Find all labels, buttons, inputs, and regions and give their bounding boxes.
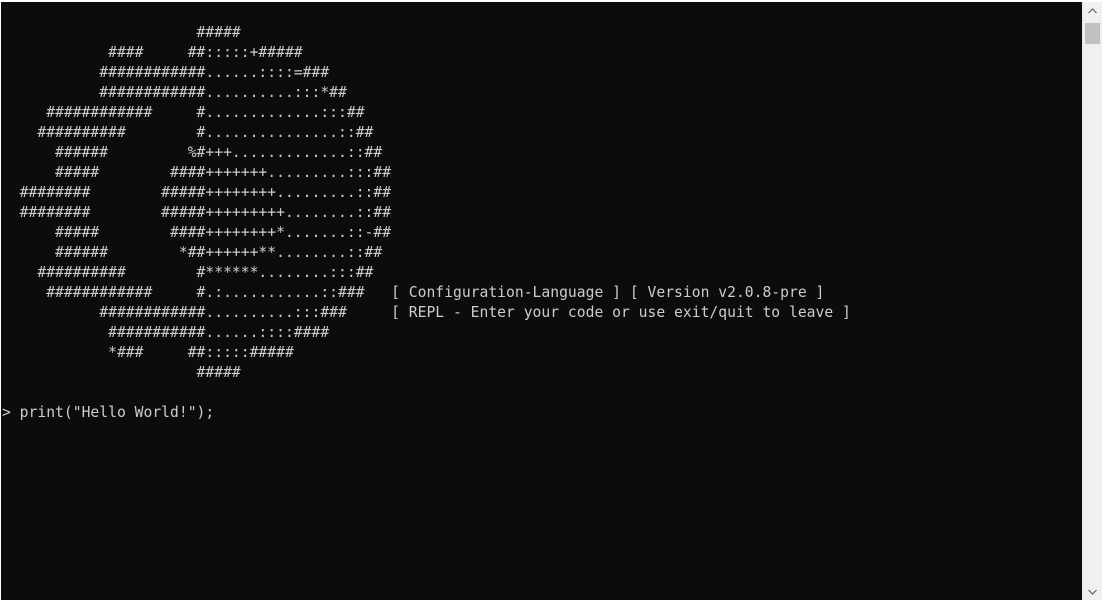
console-output[interactable]: ##### #### ##:::::+##### ############...… xyxy=(1,2,1082,600)
scroll-down-arrow-icon xyxy=(1088,589,1097,595)
terminal-window: ##### #### ##:::::+##### ############...… xyxy=(0,0,1103,601)
ascii-art-line: ##### xyxy=(2,24,241,41)
scroll-up-button[interactable] xyxy=(1083,2,1102,19)
ascii-art-line: ############..........:::*## xyxy=(2,84,347,101)
vertical-scrollbar[interactable] xyxy=(1082,2,1102,600)
scrollbar-thumb[interactable] xyxy=(1085,23,1100,44)
ascii-art-line: ##### xyxy=(2,364,241,381)
ascii-art-line: ######## #####++++++++.........::## xyxy=(2,184,392,201)
scroll-up-arrow-icon xyxy=(1088,7,1097,13)
ascii-art-line: ########## #...............::## xyxy=(2,124,374,141)
ascii-art-line: ###########......::::#### xyxy=(2,324,330,341)
ascii-art-line: ##### ####+++++++.........:::## xyxy=(2,164,392,181)
banner-version-line: ############ #.:...........::### [ Confi… xyxy=(2,284,825,301)
scroll-down-button[interactable] xyxy=(1083,583,1102,600)
ascii-art-line: ############ #.............:::## xyxy=(2,104,365,121)
repl-prompt-input[interactable]: > print("Hello World!"); xyxy=(2,403,214,423)
ascii-art-line: ########## #******........:::## xyxy=(2,264,374,281)
ascii-art-line: ######## #####+++++++++........::## xyxy=(2,204,392,221)
ascii-art-line: ###### *##++++++**........::## xyxy=(2,244,383,261)
ascii-art-line: #### ##:::::+##### xyxy=(2,44,303,61)
ascii-art-line: ###### %#+++.............::## xyxy=(2,144,383,161)
ascii-art-line: ##### ####++++++++*.......::-## xyxy=(2,224,392,241)
ascii-art-line: ############......::::=### xyxy=(2,64,330,81)
ascii-art-line: *### ##:::::##### xyxy=(2,344,294,361)
banner-repl-line: ############..........:::### [ REPL - En… xyxy=(2,304,851,321)
